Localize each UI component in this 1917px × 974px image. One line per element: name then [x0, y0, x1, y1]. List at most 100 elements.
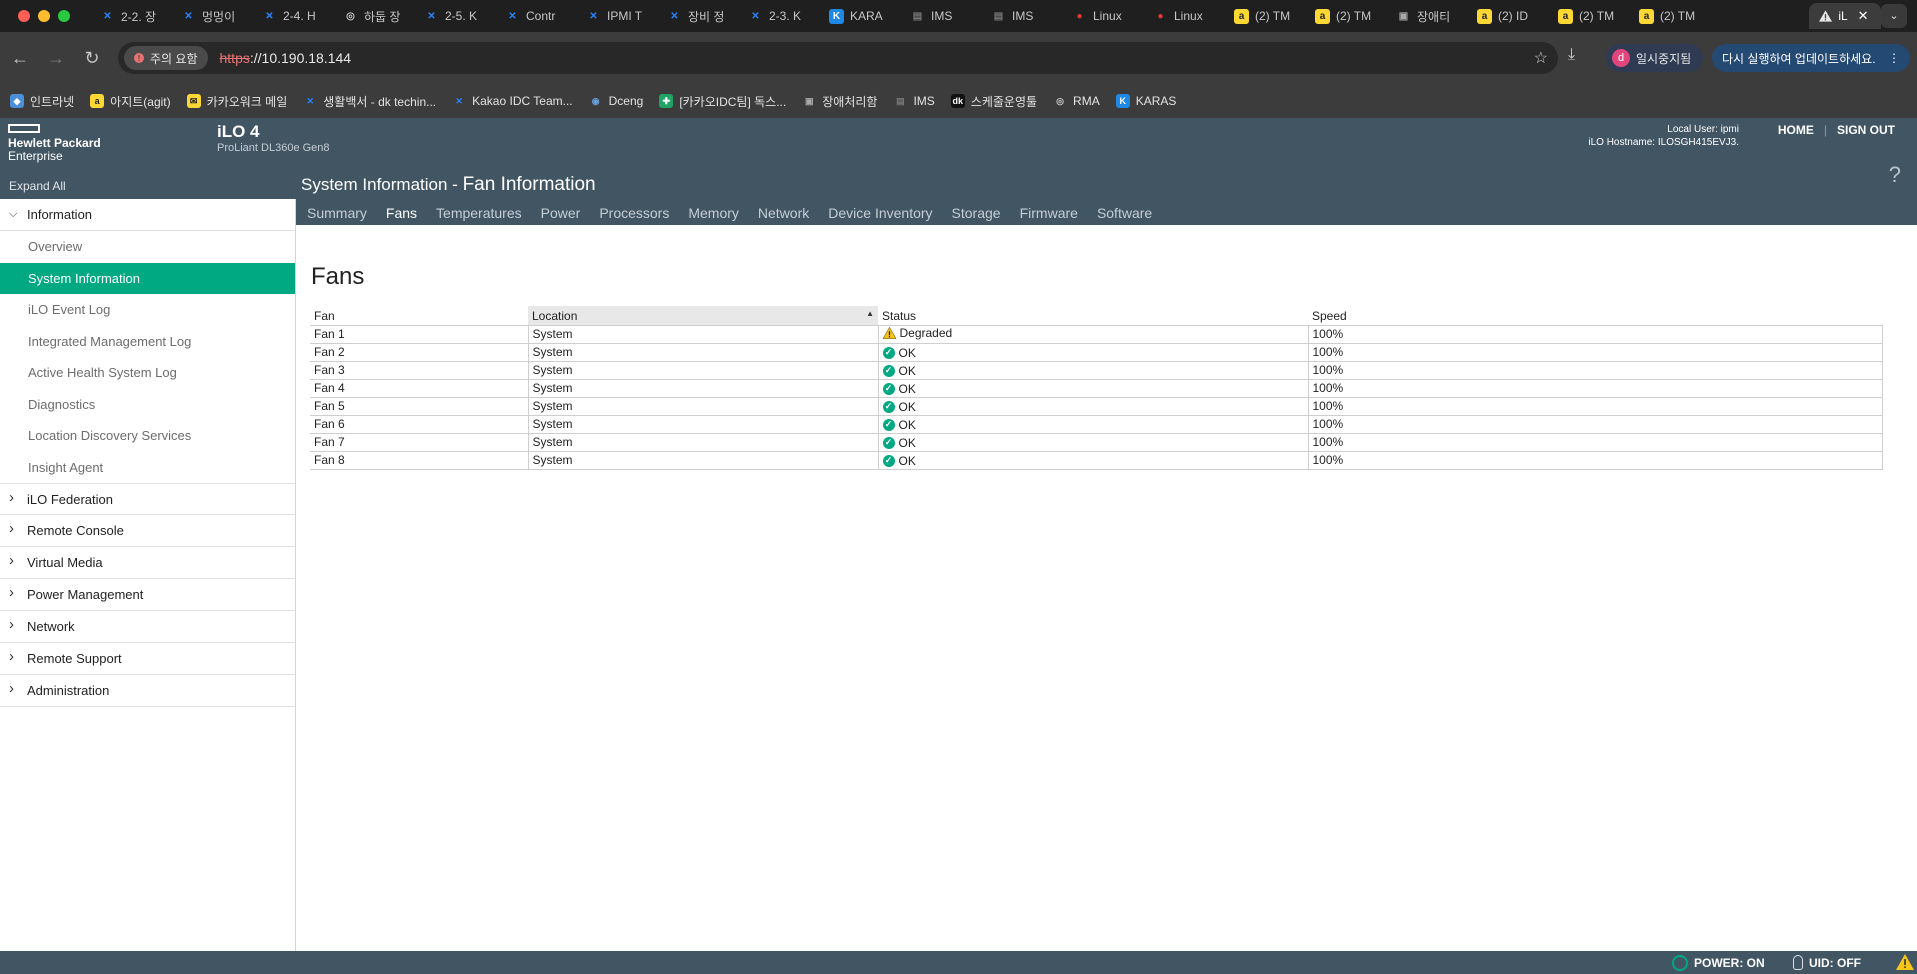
subtab-processors[interactable]: Processors	[589, 205, 678, 221]
close-window-button[interactable]	[18, 10, 30, 22]
k-icon: K	[1115, 94, 1130, 108]
subtab-summary[interactable]: Summary	[297, 205, 376, 221]
sidebar-item-active-health-system-log[interactable]: Active Health System Log	[0, 357, 295, 389]
column-header-fan[interactable]: Fan	[310, 306, 528, 325]
sidebar-item-ilo-event-log[interactable]: iLO Event Log	[0, 294, 295, 326]
home-link[interactable]: HOME	[1778, 123, 1814, 137]
browser-tab[interactable]: ✕ IPMI T	[576, 3, 657, 29]
security-warning-chip[interactable]: ! 주의 요함	[124, 46, 208, 70]
browser-tab[interactable]: ✕ 2-2. 장	[90, 3, 171, 29]
browser-tab[interactable]: a (2) TM	[1548, 3, 1629, 29]
sidebar-section-ilo-federation[interactable]: › iLO Federation	[0, 483, 295, 515]
profile-button[interactable]: d 일시중지됨	[1606, 44, 1704, 72]
bookmark-item[interactable]: ✉ 카카오워크 메일	[186, 93, 287, 110]
browser-tab[interactable]: ✕ Contr	[495, 3, 576, 29]
sidebar-item-location-discovery-services[interactable]: Location Discovery Services	[0, 420, 295, 452]
sidebar-section-network[interactable]: › Network	[0, 611, 295, 643]
fan-status-cell: ✓ OK	[877, 414, 1309, 434]
chevron-right-icon: ›	[9, 680, 14, 697]
browser-tab[interactable]: ✕ 2-5. K	[414, 3, 495, 29]
column-header-speed[interactable]: Speed	[1308, 306, 1883, 325]
minimize-window-button[interactable]	[38, 10, 50, 22]
browser-tab[interactable]: K KARA	[819, 3, 900, 29]
tab-active-ilo[interactable]: iL ✕	[1809, 3, 1882, 29]
sidebar-section-information[interactable]: ⌵ Information	[0, 199, 295, 231]
address-bar[interactable]: ! 주의 요함 https://10.190.18.144 ☆	[118, 42, 1558, 74]
browser-tab[interactable]: ◎ 하둡 장	[333, 3, 414, 29]
subtab-temperatures[interactable]: Temperatures	[426, 205, 531, 221]
sidebar-item-insight-agent[interactable]: Insight Agent	[0, 452, 295, 484]
bookmark-item[interactable]: dk 스케줄운영툴	[950, 93, 1037, 110]
bookmark-item[interactable]: K KARAS	[1115, 94, 1176, 108]
power-status[interactable]: POWER: ON	[1672, 955, 1765, 971]
bookmark-label: [카카오IDC팀] 독스...	[679, 94, 787, 109]
bookmark-item[interactable]: ✕ Kakao IDC Team...	[452, 94, 573, 108]
subtab-software[interactable]: Software	[1087, 205, 1161, 221]
expand-all-link[interactable]: Expand All	[9, 179, 66, 193]
browser-tab[interactable]: ● Linux	[1062, 3, 1143, 29]
fan-location-cell: System	[527, 414, 879, 434]
bookmark-item[interactable]: ◆ 인트라넷	[10, 93, 74, 110]
sidebar-section-label: Power Management	[27, 587, 144, 602]
browser-tab[interactable]: ✕ 멍멍이	[171, 3, 252, 29]
bookmark-label: Dceng	[608, 94, 644, 108]
browser-tab[interactable]: ▤ IMS	[981, 3, 1062, 29]
column-header-location[interactable]: Location ▲	[528, 306, 878, 325]
sidebar-section-remote-support[interactable]: › Remote Support	[0, 643, 295, 675]
browser-tab[interactable]: a (2) TM	[1305, 3, 1386, 29]
browser-tab[interactable]: a (2) TM	[1629, 3, 1710, 29]
browser-tab[interactable]: ▤ IMS	[900, 3, 981, 29]
sidebar-section-virtual-media[interactable]: › Virtual Media	[0, 547, 295, 579]
kebab-menu-icon[interactable]: ⋮	[1888, 51, 1900, 65]
subtab-memory[interactable]: Memory	[678, 205, 748, 221]
uid-status[interactable]: UID: OFF	[1793, 955, 1861, 970]
agit-icon: a	[1558, 8, 1573, 24]
browser-tab[interactable]: a (2) ID	[1467, 3, 1548, 29]
update-button[interactable]: 다시 실행하여 업데이트하세요. ⋮	[1712, 44, 1910, 72]
table-row: Fan 2 System ✓ OK 100%	[310, 342, 1883, 362]
bookmark-item[interactable]: ✕ 생활백서 - dk techin...	[303, 93, 436, 110]
sign-out-link[interactable]: SIGN OUT	[1837, 123, 1895, 137]
reload-button[interactable]: ↻	[74, 48, 110, 69]
bookmark-item[interactable]: ▤ IMS	[893, 94, 935, 108]
forward-button[interactable]: →	[38, 48, 74, 69]
not-secure-icon: !	[134, 53, 144, 63]
chevron-right-icon: ›	[9, 552, 14, 569]
column-header-status[interactable]: Status	[878, 306, 1308, 325]
zoom-window-button[interactable]	[58, 10, 70, 22]
sidebar-item-integrated-management-log[interactable]: Integrated Management Log	[0, 326, 295, 358]
sidebar-item-system-information[interactable]: System Information	[0, 262, 295, 294]
browser-tab[interactable]: ✕ 2-4. H	[252, 3, 333, 29]
browser-tab[interactable]: ● Linux	[1143, 3, 1224, 29]
close-tab-icon[interactable]: ✕	[1858, 8, 1869, 24]
bookmark-item[interactable]: a 아지트(agit)	[90, 93, 171, 110]
bookmark-item[interactable]: ✚ [카카오IDC팀] 독스...	[659, 93, 786, 110]
bookmark-star-icon[interactable]: ☆	[1534, 48, 1548, 68]
bookmark-item[interactable]: ◉ Dceng	[589, 94, 644, 108]
bookmark-item[interactable]: ◎ RMA	[1053, 94, 1100, 108]
subtab-network[interactable]: Network	[748, 205, 818, 221]
browser-tab[interactable]: a (2) TM	[1224, 3, 1305, 29]
browser-tab[interactable]: ▣ 장애티	[1386, 3, 1467, 29]
sidebar-section-remote-console[interactable]: › Remote Console	[0, 515, 295, 547]
subtab-fans[interactable]: Fans	[376, 205, 426, 221]
browser-tab[interactable]: ✕ 장비 정	[657, 3, 738, 29]
health-alert-icon[interactable]	[1896, 954, 1914, 970]
back-button[interactable]: ←	[2, 48, 38, 69]
subtab-power[interactable]: Power	[531, 205, 590, 221]
url-text[interactable]: https://10.190.18.144	[220, 50, 352, 66]
sidebar-section-power-management[interactable]: › Power Management	[0, 579, 295, 611]
browser-tab[interactable]: ✕ 2-3. K	[738, 3, 819, 29]
sidebar-section-administration[interactable]: › Administration	[0, 675, 295, 707]
subtab-storage[interactable]: Storage	[942, 205, 1010, 221]
subtab-device-inventory[interactable]: Device Inventory	[818, 205, 941, 221]
sidebar-item-diagnostics[interactable]: Diagnostics	[0, 389, 295, 421]
subtab-firmware[interactable]: Firmware	[1010, 205, 1087, 221]
bookmark-label: Kakao IDC Team...	[472, 94, 573, 108]
sidebar-item-overview[interactable]: Overview	[0, 231, 295, 263]
download-icon[interactable]: ⤓	[1568, 46, 1575, 64]
status-label: OK	[898, 453, 916, 468]
help-icon[interactable]: ?	[1889, 162, 1901, 188]
tab-search-button[interactable]: ⌄	[1881, 4, 1907, 28]
bookmark-item[interactable]: ▣ 장애처리함	[802, 93, 877, 110]
